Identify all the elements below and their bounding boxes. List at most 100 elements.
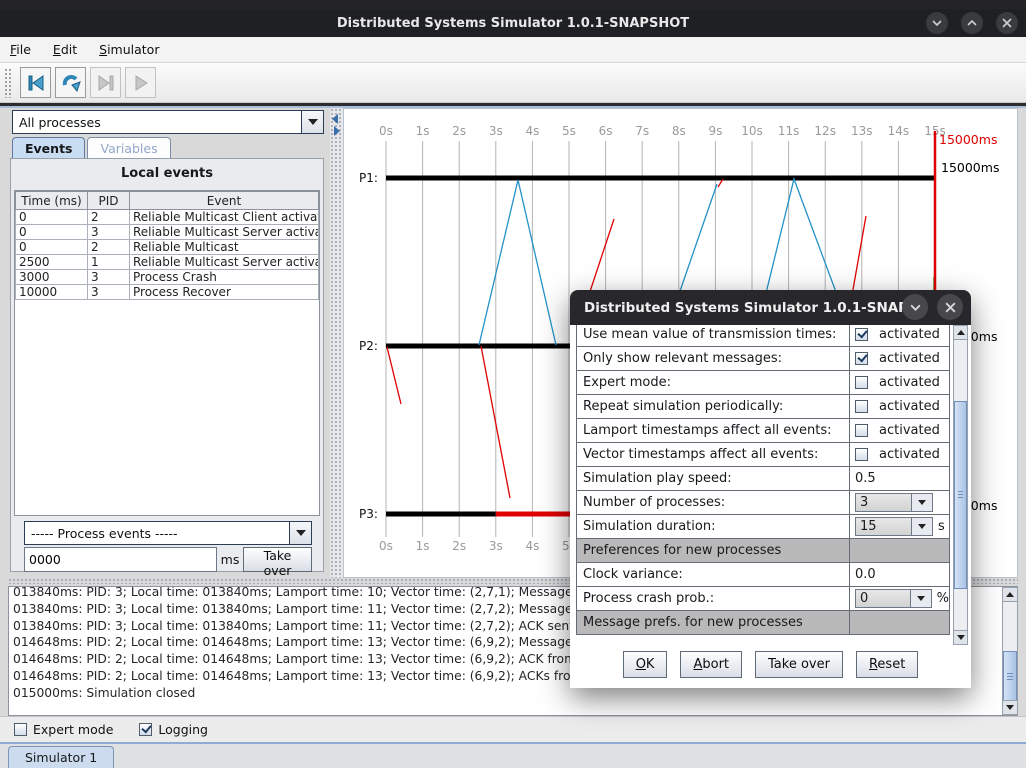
- dialog-scrollbar-thumb[interactable]: [954, 401, 967, 589]
- activated-checkbox[interactable]: [855, 376, 868, 389]
- collapse-left-icon[interactable]: [332, 114, 338, 124]
- activated-checkbox[interactable]: [855, 400, 868, 413]
- column-header: PID: [88, 192, 130, 210]
- table-row[interactable]: 25001Reliable Multicast Server activated: [16, 255, 319, 270]
- table-cell: 10000: [16, 285, 88, 300]
- chevron-down-icon[interactable]: [912, 518, 932, 535]
- expert-mode-checkbox[interactable]: [14, 723, 27, 736]
- dialog-row[interactable]: Vector timestamps affect all events:acti…: [576, 442, 951, 467]
- tab-simulator-1[interactable]: Simulator 1: [8, 746, 114, 768]
- dialog-row-value: 0.5: [849, 466, 950, 491]
- menubar: File Edit Simulator: [0, 37, 1026, 63]
- checkbox-label: activated: [879, 351, 940, 366]
- tab-events[interactable]: Events: [12, 137, 85, 159]
- value-combobox[interactable]: 0: [855, 589, 932, 608]
- table-row[interactable]: 02Reliable Multicast: [16, 240, 319, 255]
- x-tick-label: 4s: [525, 539, 539, 553]
- dialog-row-label: Preferences for new processes: [576, 538, 850, 563]
- toolbar-drag-handle[interactable]: [4, 68, 12, 98]
- vertical-splitter[interactable]: [330, 108, 343, 578]
- dialog-row[interactable]: Process crash prob.:0%: [576, 586, 951, 611]
- value-combobox[interactable]: 15: [855, 517, 933, 536]
- dialog-row[interactable]: Clock variance:0.0: [576, 562, 951, 587]
- dialog-row[interactable]: Simulation duration:15s: [576, 514, 951, 539]
- x-tick-label: 6s: [599, 124, 613, 138]
- dialog-row[interactable]: Number of processes:3: [576, 490, 951, 515]
- time-input[interactable]: [24, 547, 217, 572]
- dialog-row-value: activated: [849, 370, 950, 395]
- activated-checkbox[interactable]: [855, 448, 868, 461]
- events-panel-title: Local events: [11, 159, 323, 181]
- log-scrollbar-thumb[interactable]: [1003, 651, 1017, 703]
- activated-checkbox[interactable]: [855, 424, 868, 437]
- titlebar[interactable]: Distributed Systems Simulator 1.0.1-SNAP…: [0, 9, 1026, 37]
- abort-button[interactable]: Abort: [680, 651, 742, 678]
- logging-checkbox[interactable]: [139, 723, 152, 736]
- table-row[interactable]: 03Reliable Multicast Server activated: [16, 225, 319, 240]
- time-unit-label: ms: [217, 547, 243, 572]
- checkbox-label: activated: [879, 399, 940, 414]
- dialog-row[interactable]: Use mean value of transmission times:act…: [576, 322, 951, 347]
- window-title: Distributed Systems Simulator 1.0.1-SNAP…: [337, 16, 689, 31]
- left-panel-tabs: Events Variables: [12, 137, 173, 159]
- activated-checkbox[interactable]: [855, 328, 868, 341]
- activated-checkbox[interactable]: [855, 352, 868, 365]
- x-tick-label: 9s: [708, 124, 722, 138]
- table-cell: 0: [16, 210, 88, 225]
- table-row[interactable]: 02Reliable Multicast Client activated: [16, 210, 319, 225]
- table-row[interactable]: 100003Process Recover: [16, 285, 319, 300]
- menu-item-simulator[interactable]: Simulator: [99, 42, 159, 57]
- maximize-icon[interactable]: [961, 12, 983, 34]
- step-forward-button: [125, 67, 156, 98]
- dialog-row[interactable]: Only show relevant messages:activated: [576, 346, 951, 371]
- reset-button[interactable]: Reset: [856, 651, 918, 678]
- menu-item-file[interactable]: File: [10, 42, 31, 57]
- process-events-combobox[interactable]: ----- Process events -----: [24, 521, 312, 545]
- dialog-row-value: 0%: [849, 586, 950, 611]
- dialog-titlebar[interactable]: Distributed Systems Simulator 1.0.1-SNAP…: [570, 290, 971, 325]
- value-text: 0.0: [855, 567, 876, 582]
- process-filter-combobox[interactable]: All processes: [12, 110, 324, 134]
- x-tick-label: 13s: [851, 124, 873, 138]
- scroll-down-icon[interactable]: [954, 630, 967, 644]
- dialog-row[interactable]: Repeat simulation periodically:activated: [576, 394, 951, 419]
- table-cell: 3: [88, 285, 130, 300]
- scroll-up-icon[interactable]: [1003, 588, 1017, 602]
- take-over-button[interactable]: Take over: [755, 651, 843, 678]
- jump-to-end-icon: [95, 72, 117, 94]
- scroll-up-icon[interactable]: [954, 326, 967, 340]
- ok-button[interactable]: OK: [623, 651, 668, 678]
- log-scrollbar[interactable]: [1002, 587, 1018, 715]
- dialog-close-icon[interactable]: [937, 294, 963, 320]
- jump-to-start-button[interactable]: [20, 67, 51, 98]
- menu-item-edit[interactable]: Edit: [53, 42, 77, 57]
- local-events-table[interactable]: Time (ms)PIDEvent 02Reliable Multicast C…: [14, 190, 320, 516]
- dialog-minimize-icon[interactable]: [902, 294, 928, 320]
- scroll-down-icon[interactable]: [1003, 700, 1017, 714]
- table-row[interactable]: 30003Process Crash: [16, 270, 319, 285]
- close-icon[interactable]: [996, 12, 1018, 34]
- value-text: 0.5: [855, 471, 876, 486]
- chevron-down-icon[interactable]: [301, 111, 323, 133]
- dialog-row-label: Use mean value of transmission times:: [576, 322, 850, 347]
- table-cell: 3: [88, 270, 130, 285]
- tab-variables[interactable]: Variables: [87, 137, 170, 159]
- take-over-button[interactable]: Take over: [243, 547, 312, 572]
- table-cell: 3000: [16, 270, 88, 285]
- dialog-row[interactable]: Lamport timestamps affect all events:act…: [576, 418, 951, 443]
- footer-option: Expert mode: [14, 722, 113, 737]
- dialog-scrollbar[interactable]: [953, 325, 968, 645]
- minimize-icon[interactable]: [926, 12, 948, 34]
- x-tick-label: 5s: [562, 124, 576, 138]
- chevron-down-icon[interactable]: [912, 494, 932, 511]
- chevron-down-icon[interactable]: [289, 522, 311, 544]
- value-combobox[interactable]: 3: [855, 493, 933, 512]
- checkbox-label: Logging: [158, 722, 208, 737]
- replay-icon: [60, 72, 82, 94]
- dialog-row[interactable]: Simulation play speed: 0.5: [576, 466, 951, 491]
- replay-button[interactable]: [55, 67, 86, 98]
- dialog-row-label: Simulation play speed:: [576, 466, 850, 491]
- dialog-row[interactable]: Expert mode:activated: [576, 370, 951, 395]
- collapse-right-icon[interactable]: [334, 126, 340, 136]
- chevron-down-icon[interactable]: [911, 590, 931, 607]
